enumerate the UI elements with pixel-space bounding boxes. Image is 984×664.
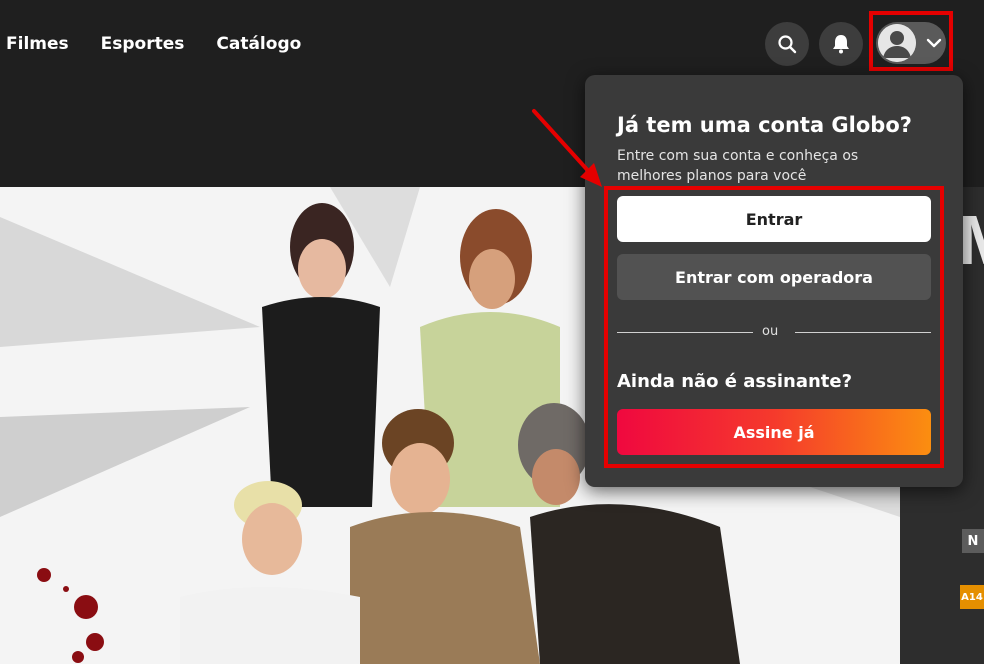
notifications-button[interactable] (819, 22, 863, 66)
divider-right (795, 332, 931, 333)
separator-text: ou (762, 324, 779, 339)
dropdown-subtitle: Entre com sua conta e conheça os melhore… (617, 148, 859, 184)
badge-n: N (962, 529, 984, 553)
nav-item-catalogo[interactable]: Catálogo (216, 34, 301, 54)
main-nav: Filmes Esportes Catálogo (6, 34, 301, 54)
user-avatar-icon (878, 24, 916, 62)
not-subscriber-heading: Ainda não é assinante? (617, 371, 853, 392)
bell-icon (833, 35, 849, 54)
login-operator-button[interactable]: Entrar com operadora (617, 254, 931, 300)
rating-badge: A14 (960, 585, 984, 609)
search-button[interactable] (765, 22, 809, 66)
login-button[interactable]: Entrar (617, 196, 931, 242)
search-icon (778, 35, 797, 54)
red-arrow-annotation (532, 109, 602, 187)
nav-item-esportes[interactable]: Esportes (101, 34, 185, 54)
dropdown-title: Já tem uma conta Globo? (617, 113, 912, 137)
account-menu-button[interactable] (876, 22, 946, 64)
nav-item-filmes[interactable]: Filmes (6, 34, 69, 54)
page: Filmes Esportes Catálogo N A14 Já tem um… (0, 0, 984, 664)
chevron-down-icon (926, 38, 942, 48)
subscribe-button[interactable]: Assine já (617, 409, 931, 455)
divider-left (617, 332, 753, 333)
